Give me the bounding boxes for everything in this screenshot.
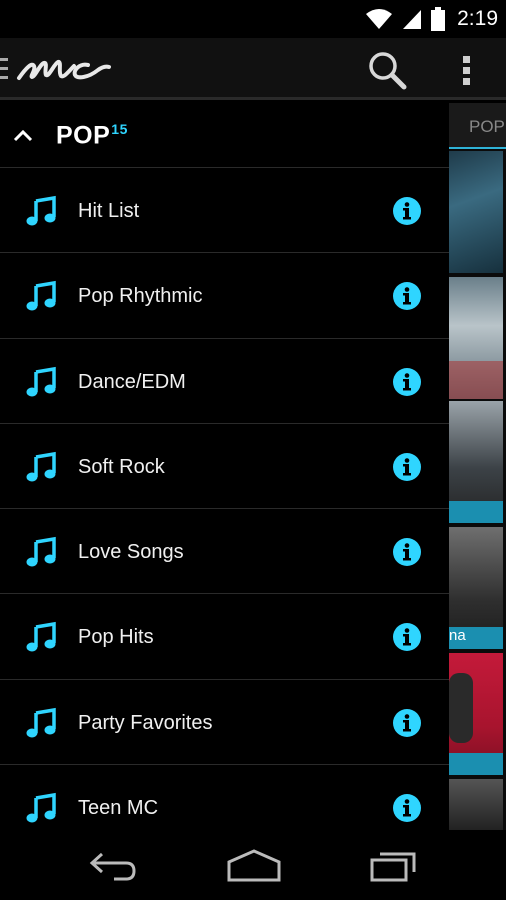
status-icons: 2:19 <box>365 4 498 34</box>
genre-title: POP15 <box>56 121 128 150</box>
tile-caption <box>449 753 503 775</box>
tile-caption-text: na <box>449 627 466 644</box>
battery-icon <box>431 7 446 31</box>
tab-pop[interactable]: POP <box>449 103 506 149</box>
info-icon[interactable] <box>392 452 422 482</box>
channel-label: Pop Hits <box>78 626 154 649</box>
genre-header[interactable]: POP15 <box>0 103 449 167</box>
channel-label: Hit List <box>78 200 140 222</box>
info-icon[interactable] <box>392 708 422 738</box>
channel-item-soft-rock[interactable]: Soft Rock <box>0 424 449 510</box>
channel-label: Dance/EDM <box>78 370 186 393</box>
navigation-drawer: POP15 Hit List Pop Rhythmic Dance/EDM So… <box>0 103 449 830</box>
genre-name: POP <box>56 121 111 150</box>
channel-item-pop-rhythmic[interactable]: Pop Rhythmic <box>0 253 449 339</box>
chevron-up-icon[interactable] <box>12 125 34 145</box>
channel-list: Hit List Pop Rhythmic Dance/EDM Soft Roc… <box>0 168 449 830</box>
tab-indicator <box>449 147 506 149</box>
music-note-icon <box>26 793 56 823</box>
channel-label: Love Songs <box>78 541 184 564</box>
info-icon[interactable] <box>392 196 422 226</box>
channel-label: Soft Rock <box>78 455 165 478</box>
channel-item-hit-list[interactable]: Hit List <box>0 168 449 254</box>
overflow-menu-icon[interactable] <box>452 48 482 92</box>
music-note-icon <box>26 281 56 311</box>
drawer-indicator-icon[interactable] <box>0 58 8 80</box>
channel-item-pop-hits[interactable]: Pop Hits <box>0 594 449 680</box>
channel-label: Party Favorites <box>78 711 213 734</box>
album-tile[interactable] <box>449 277 503 399</box>
back-icon[interactable] <box>88 846 138 884</box>
cell-signal-icon <box>403 10 422 29</box>
action-bar <box>0 38 506 100</box>
genre-count: 15 <box>111 121 128 137</box>
mc-logo[interactable] <box>16 50 112 86</box>
music-note-icon <box>26 366 56 397</box>
info-icon[interactable] <box>392 622 422 652</box>
music-note-icon <box>26 451 56 482</box>
status-bar: 2:19 <box>0 0 506 38</box>
clock: 2:19 <box>457 7 498 30</box>
info-icon[interactable] <box>392 367 422 397</box>
channel-label: Pop Rhythmic <box>78 285 203 308</box>
tab-label: POP <box>469 117 505 136</box>
album-tile[interactable] <box>449 151 503 273</box>
home-icon[interactable] <box>226 846 282 884</box>
album-tile[interactable] <box>449 779 503 830</box>
music-note-icon <box>26 195 56 226</box>
wifi-icon <box>366 9 393 29</box>
background-content: POP na <box>449 103 506 830</box>
album-tile[interactable] <box>449 401 503 523</box>
channel-item-love-songs[interactable]: Love Songs <box>0 509 449 595</box>
tile-caption: na <box>449 627 503 649</box>
info-icon[interactable] <box>392 793 422 823</box>
recent-apps-icon[interactable] <box>368 846 420 884</box>
music-note-icon <box>26 622 56 652</box>
channel-item-party-favorites[interactable]: Party Favorites <box>0 680 449 766</box>
system-nav-bar <box>0 830 506 900</box>
music-note-icon <box>26 537 56 567</box>
tile-caption <box>449 501 503 523</box>
album-tile[interactable]: na <box>449 527 503 649</box>
search-icon[interactable] <box>364 48 410 92</box>
info-icon[interactable] <box>392 537 422 567</box>
info-icon[interactable] <box>392 281 422 311</box>
channel-label: Teen MC <box>78 797 159 820</box>
channel-item-dance-edm[interactable]: Dance/EDM <box>0 339 449 424</box>
music-note-icon <box>26 707 56 738</box>
album-tile[interactable] <box>449 653 503 775</box>
channel-item-teen-mc[interactable]: Teen MC <box>0 765 449 830</box>
